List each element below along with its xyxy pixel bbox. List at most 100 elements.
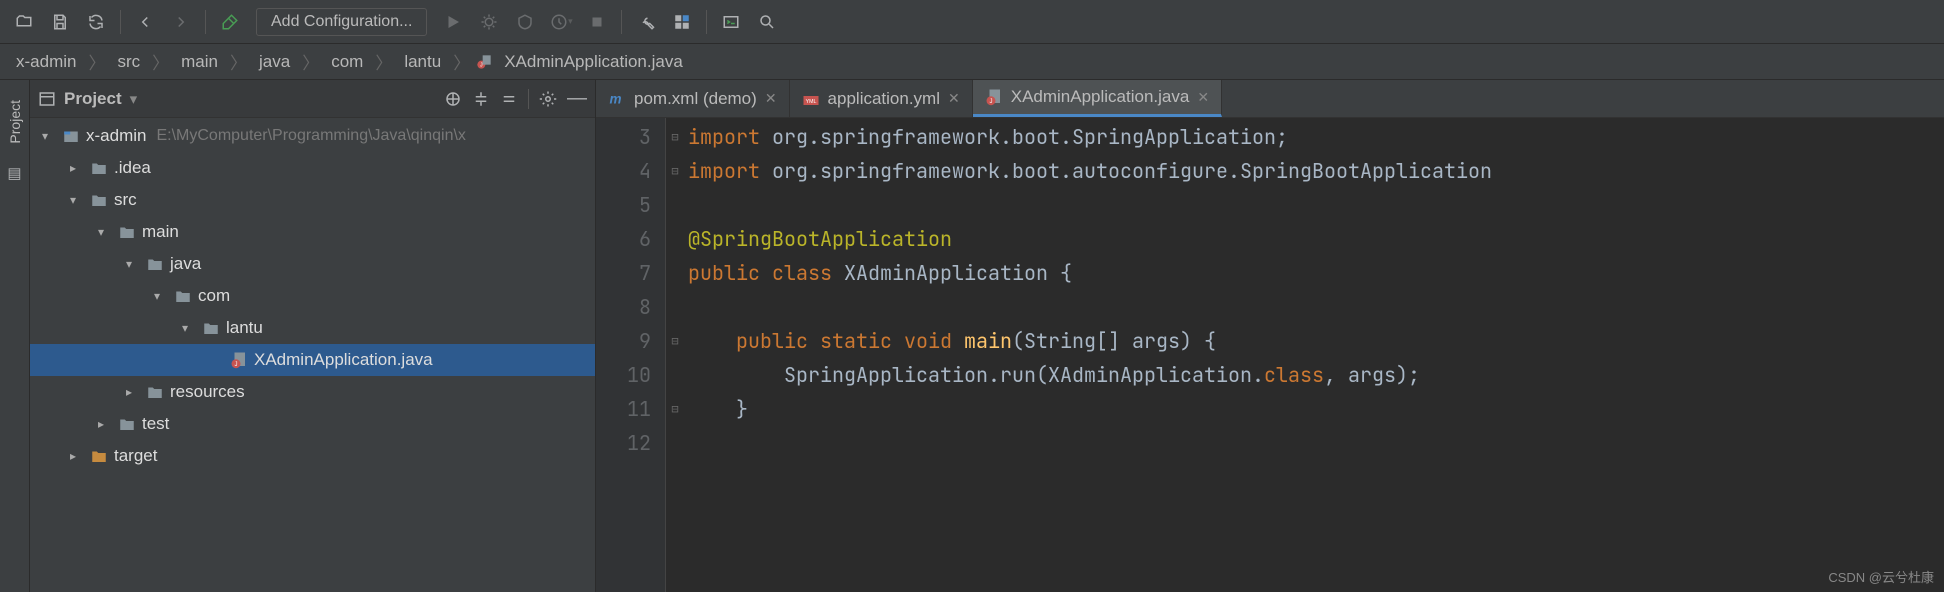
code-line[interactable]: } [688, 392, 1944, 426]
select-opened-icon[interactable] [444, 90, 462, 108]
search-icon[interactable] [751, 6, 783, 38]
refresh-icon[interactable] [80, 6, 112, 38]
line-number: 6 [596, 222, 651, 256]
fold-handle[interactable]: ⊟ [666, 154, 684, 188]
fold-column[interactable]: ⊟⊟⊟⊟ [666, 118, 684, 592]
tree-row[interactable]: ▾ java [30, 248, 595, 280]
breadcrumb-item[interactable]: java [253, 50, 296, 74]
tree-arrow-icon[interactable]: ▾ [98, 225, 112, 239]
tree-row[interactable]: ▸resources [30, 376, 595, 408]
fold-handle[interactable] [666, 426, 684, 460]
breadcrumb-item[interactable]: src [111, 50, 146, 74]
collapse-all-icon[interactable] [500, 90, 518, 108]
project-tree[interactable]: ▾x-adminE:\MyComputer\Programming\Java\q… [30, 118, 595, 592]
tree-arrow-icon[interactable]: ▾ [70, 193, 84, 207]
run-anything-icon[interactable] [715, 6, 747, 38]
fold-handle[interactable] [666, 290, 684, 324]
code-line[interactable]: import org.springframework.boot.SpringAp… [688, 120, 1944, 154]
breadcrumb-item[interactable]: XAdminApplication.java [498, 50, 689, 74]
breadcrumb-item[interactable]: main [175, 50, 224, 74]
tree-row[interactable]: ▸test [30, 408, 595, 440]
breadcrumb-separator: 〉 [230, 49, 247, 74]
wrench-icon[interactable] [630, 6, 662, 38]
tree-arrow-icon[interactable]: ▸ [98, 417, 112, 431]
save-icon[interactable] [44, 6, 76, 38]
tree-label: target [114, 446, 157, 466]
separator [706, 10, 707, 34]
editor-tab[interactable]: mpom.xml (demo)✕ [596, 80, 790, 117]
stop-icon[interactable] [581, 6, 613, 38]
tab-label: application.yml [828, 89, 940, 109]
tree-row[interactable]: ▸ target [30, 440, 595, 472]
tree-arrow-icon[interactable]: ▾ [126, 257, 140, 271]
open-icon[interactable] [8, 6, 40, 38]
tree-arrow-icon[interactable]: ▾ [154, 289, 168, 303]
fold-handle[interactable] [666, 222, 684, 256]
back-icon[interactable] [129, 6, 161, 38]
editor-tab[interactable]: YMLapplication.yml✕ [790, 80, 973, 117]
svg-text:J: J [235, 362, 238, 368]
tree-row[interactable]: ▾main [30, 216, 595, 248]
close-icon[interactable]: ✕ [1197, 89, 1209, 106]
code-line[interactable] [688, 426, 1944, 460]
tree-arrow-icon[interactable]: ▾ [42, 129, 56, 143]
fold-handle[interactable] [666, 358, 684, 392]
breadcrumb-separator: 〉 [375, 49, 392, 74]
minimize-icon[interactable]: — [567, 87, 587, 110]
separator [621, 10, 622, 34]
gear-icon[interactable] [539, 90, 557, 108]
forward-icon[interactable] [165, 6, 197, 38]
tree-arrow-icon[interactable]: ▸ [70, 161, 84, 175]
tree-row[interactable]: J XAdminApplication.java [30, 344, 595, 376]
tree-label: XAdminApplication.java [254, 350, 433, 370]
tree-arrow-icon[interactable]: ▸ [126, 385, 140, 399]
project-tool-button[interactable]: Project [7, 100, 23, 144]
tree-row[interactable]: ▾ src [30, 184, 595, 216]
fold-handle[interactable]: ⊟ [666, 392, 684, 426]
separator [120, 10, 121, 34]
tree-arrow-icon[interactable]: ▾ [182, 321, 196, 335]
code-content[interactable]: import org.springframework.boot.SpringAp… [684, 118, 1944, 592]
fold-handle[interactable]: ⊟ [666, 120, 684, 154]
tree-row[interactable]: ▾com [30, 280, 595, 312]
line-gutter: 3456789101112 [596, 118, 666, 592]
profile-icon[interactable]: ▾ [545, 6, 577, 38]
expand-all-icon[interactable] [472, 90, 490, 108]
breadcrumb-item[interactable]: lantu [398, 50, 447, 74]
code-line[interactable]: @SpringBootApplication [688, 222, 1944, 256]
code-line[interactable]: public static void main(String[] args) { [688, 324, 1944, 358]
code-editor[interactable]: 3456789101112 ⊟⊟⊟⊟ import org.springfram… [596, 118, 1944, 592]
code-line[interactable]: import org.springframework.boot.autoconf… [688, 154, 1944, 188]
tree-row[interactable]: ▾x-adminE:\MyComputer\Programming\Java\q… [30, 120, 595, 152]
code-line[interactable] [688, 188, 1944, 222]
coverage-icon[interactable] [509, 6, 541, 38]
close-icon[interactable]: ✕ [765, 90, 777, 107]
close-icon[interactable]: ✕ [948, 90, 960, 107]
fold-handle[interactable] [666, 256, 684, 290]
line-number: 4 [596, 154, 651, 188]
run-icon[interactable] [437, 6, 469, 38]
code-line[interactable] [688, 290, 1944, 324]
debug-icon[interactable] [473, 6, 505, 38]
breadcrumb-item[interactable]: x-admin [10, 50, 82, 74]
tree-arrow-icon[interactable]: ▸ [70, 449, 84, 463]
editor-tab[interactable]: JXAdminApplication.java✕ [973, 80, 1222, 117]
svg-text:J: J [989, 99, 992, 105]
java-icon: J [985, 88, 1003, 106]
code-line[interactable]: public class XAdminApplication { [688, 256, 1944, 290]
tree-row[interactable]: ▸.idea [30, 152, 595, 184]
structure-tool-icon[interactable]: ▤ [7, 164, 21, 182]
chevron-down-icon[interactable]: ▾ [130, 90, 138, 108]
project-structure-icon[interactable] [666, 6, 698, 38]
breadcrumb-item[interactable]: com [325, 50, 369, 74]
build-icon[interactable] [214, 6, 246, 38]
tree-label: src [114, 190, 137, 210]
fold-handle[interactable]: ⊟ [666, 324, 684, 358]
line-number: 5 [596, 188, 651, 222]
fold-handle[interactable] [666, 188, 684, 222]
code-line[interactable]: SpringApplication.run(XAdminApplication.… [688, 358, 1944, 392]
tree-row[interactable]: ▾lantu [30, 312, 595, 344]
run-config-selector[interactable]: Add Configuration... [256, 8, 427, 36]
tree-label: java [170, 254, 201, 274]
java-file-icon: J [476, 54, 492, 70]
